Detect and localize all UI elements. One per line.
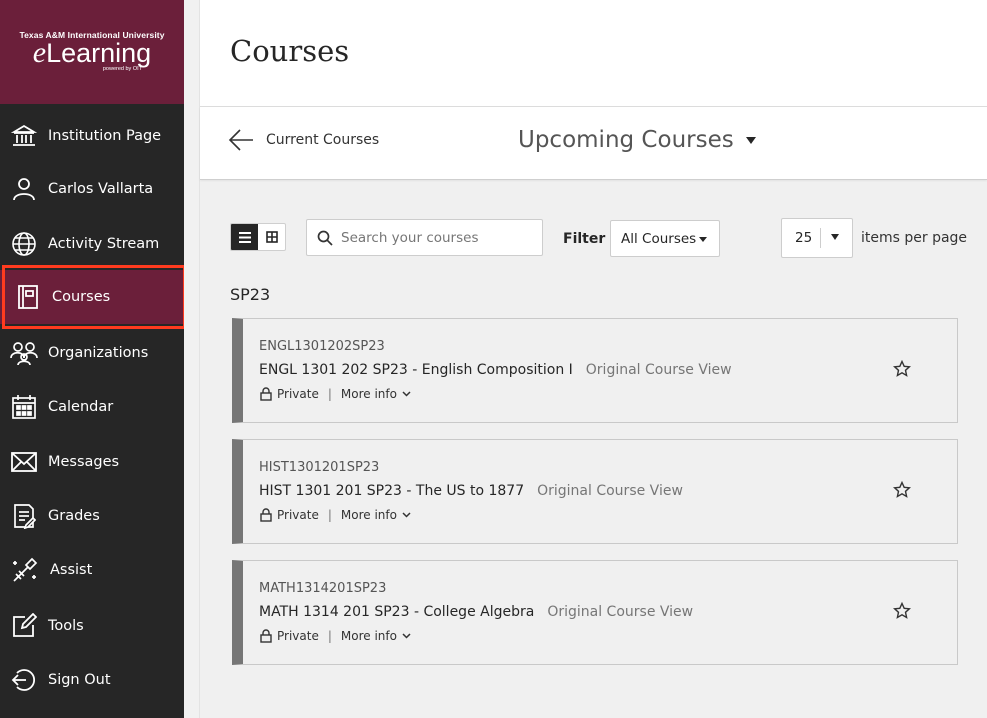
course-card[interactable]: MATH1314201SP23 MATH 1314 201 SP23 - Col… [232,560,958,665]
sidebar-item-label: Assist [50,562,93,578]
courses-icon [14,283,42,311]
assist-icon [11,556,39,584]
sidebar-item-messages[interactable]: Messages [0,435,184,489]
star-icon[interactable] [893,602,911,620]
search-field [306,219,543,256]
sidebar-item-activity-stream[interactable]: Activity Stream [0,217,184,271]
envelope-icon [10,448,38,476]
sidebar-item-label: Calendar [48,399,114,415]
sidebar-item-institution-page[interactable]: Institution Page [0,109,184,163]
sidebar-item-label: Organizations [48,345,149,361]
sidebar-item-calendar[interactable]: Calendar [0,380,184,434]
elearning-logo-text: eLearning [32,36,152,69]
privacy-label: Private [277,387,319,401]
chevron-down-icon [402,512,411,518]
course-card[interactable]: ENGL1301202SP23 ENGL 1301 202 SP23 - Eng… [232,318,958,423]
list-view-button[interactable] [231,224,258,250]
sidebar-item-sign-out[interactable]: Sign Out [0,653,184,707]
more-info-button[interactable]: More info [341,508,411,522]
sign-out-icon [10,666,38,694]
more-info-label: More info [340,387,397,401]
search-input[interactable] [341,229,531,246]
course-view-type: Original Course View [547,604,694,620]
current-courses-label: Current Courses [266,132,380,148]
separator: | [327,629,332,643]
privacy-label: Private [277,508,319,522]
separator: | [327,387,332,401]
star-icon[interactable] [893,481,911,499]
calendar-icon [10,393,38,421]
sidebar: Texas A&M International University eLear… [0,0,186,718]
grades-icon [10,502,38,530]
sidebar-item-grades[interactable]: Grades [0,489,184,543]
sidebar-item-label: Sign Out [48,672,111,688]
sidebar-item-organizations[interactable]: Organizations [0,326,184,380]
globe-icon [10,230,38,258]
more-info-button[interactable]: More info [341,387,411,401]
powered-by: powered by OIT [102,66,142,72]
course-subnav: Current Courses Upcoming Courses [200,107,987,180]
list-icon [238,231,251,243]
chevron-down-icon [699,237,707,242]
chevron-down-icon [745,136,756,144]
sidebar-item-tools[interactable]: Tools [0,599,184,653]
sidebar-item-label: Grades [48,508,100,524]
course-id: HIST1301201SP23 [259,460,380,475]
course-view-type: Original Course View [537,483,683,499]
items-per-page-select[interactable]: 25 [781,218,853,258]
sidebar-item-label: Carlos Vallarta [48,181,154,197]
grid-icon [265,231,278,243]
search-icon [317,230,333,246]
arrow-left-icon [228,127,254,153]
organizations-icon [10,339,38,367]
course-title[interactable]: ENGL 1301 202 SP23 - English Composition… [259,362,573,378]
user-icon [10,175,38,203]
brand-logo[interactable]: Texas A&M International University eLear… [0,0,184,104]
more-info-label: More info [340,629,397,643]
sidebar-item-label: Courses [52,289,111,305]
page-header: Courses [200,0,987,107]
sidebar-item-label: Messages [48,454,120,470]
course-title[interactable]: MATH 1314 201 SP23 - College Algebra [259,604,534,620]
select-divider [820,228,821,248]
chevron-down-icon [402,391,411,397]
chevron-down-icon [402,633,411,639]
sidebar-item-profile[interactable]: Carlos Vallarta [0,162,184,216]
view-toggle [230,223,286,251]
course-view-type: Original Course View [585,362,732,378]
lock-icon [260,629,272,643]
lock-icon [260,508,272,522]
grid-view-button[interactable] [258,224,285,250]
sidebar-item-assist[interactable]: Assist [0,543,184,597]
items-per-page-label: items per page [861,230,968,246]
chevron-down-icon [831,234,839,240]
term-selector[interactable]: Upcoming Courses [518,127,756,153]
privacy-label: Private [277,629,319,643]
filter-value: All Courses [621,230,697,247]
current-courses-link[interactable]: Current Courses [228,127,379,153]
term-heading: SP23 [230,285,271,304]
sidebar-item-label: Institution Page [48,128,162,144]
sidebar-item-label: Activity Stream [48,236,160,252]
star-icon[interactable] [893,360,911,378]
course-card[interactable]: HIST1301201SP23 HIST 1301 201 SP23 - The… [232,439,958,544]
separator: | [327,508,332,522]
filter-label: Filter [563,231,606,247]
more-info-label: More info [340,508,397,522]
items-per-page-value: 25 [795,230,813,246]
filter-select[interactable]: All Courses [610,220,720,257]
course-id: MATH1314201SP23 [259,581,387,596]
sidebar-item-label: Tools [48,618,84,634]
page-title: Courses [230,34,350,68]
term-selector-label: Upcoming Courses [518,127,734,153]
sidebar-item-courses[interactable]: Courses [0,270,184,324]
tools-icon [10,612,38,640]
more-info-button[interactable]: More info [341,629,411,643]
lock-icon [260,387,272,401]
institution-icon [10,122,38,150]
course-title[interactable]: HIST 1301 201 SP23 - The US to 1877 [259,483,524,499]
course-id: ENGL1301202SP23 [259,339,385,354]
main-content: Courses Current Courses Upcoming Courses [200,0,987,718]
sidebar-scrollbar[interactable] [184,0,200,718]
